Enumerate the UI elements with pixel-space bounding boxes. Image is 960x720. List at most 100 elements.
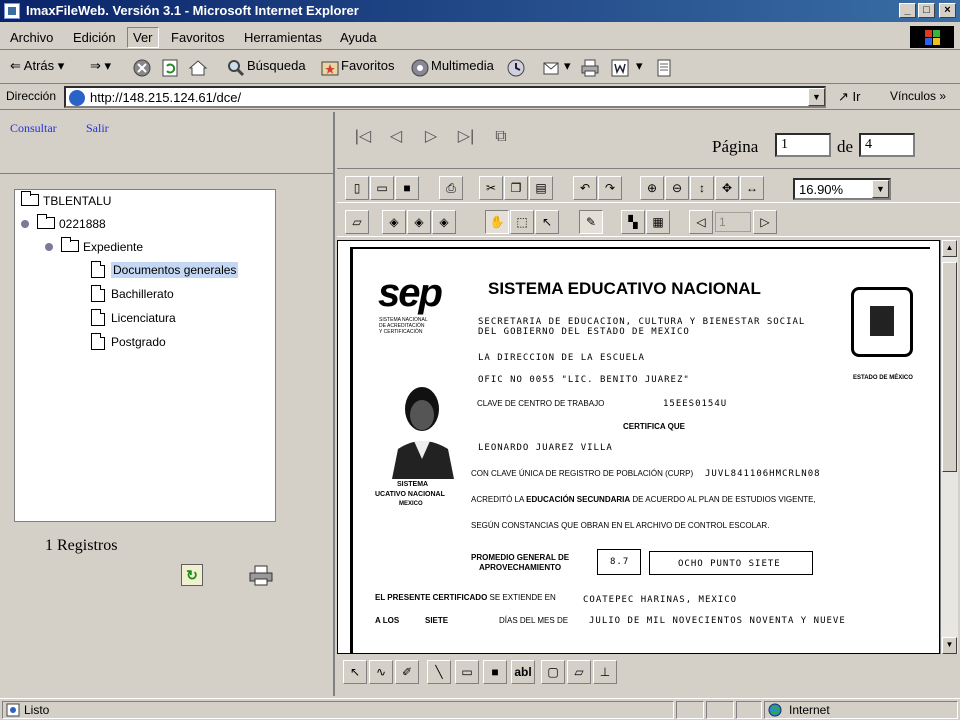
tree-doc-label: Postgrado [111,335,166,349]
paste-icon[interactable]: ▤ [529,176,553,200]
ann-pointer-icon[interactable]: ↖ [343,660,367,684]
ann-highlighter-icon[interactable]: ✐ [395,660,419,684]
tree-doc-documentos-generales[interactable]: Documentos generales [91,261,239,278]
menu-archivo[interactable]: Archivo [10,30,53,45]
last-page-icon[interactable]: ▷| [452,126,480,148]
new-document-icon[interactable]: ▯ [345,176,369,200]
standard-toolbar: ⇐ Atrás ▾ ⇒ ▾ Búsqueda Favoritos Multime… [0,52,960,84]
address-input[interactable]: http://148.215.124.61/dce/ [64,86,826,108]
zoom-out-icon[interactable]: ⊖ [665,176,689,200]
pointer-icon[interactable]: ↖ [535,210,559,234]
layer-3-icon[interactable]: ◈ [432,210,456,234]
document-vertical-scrollbar[interactable]: ▲ ▼ [940,240,958,654]
stop-icon[interactable] [132,58,152,78]
page-current-input[interactable]: 1 [775,133,831,157]
grid-icon[interactable]: ▦ [646,210,670,234]
media-button[interactable]: Multimedia [431,58,494,73]
ann-open-folder-icon[interactable]: ▱ [567,660,591,684]
zoom-select[interactable]: 16.90% ▼ [793,178,891,200]
tree-folder-expediente[interactable]: Expediente [45,237,143,254]
status-segment-4 [736,701,762,719]
scroll-thumb[interactable] [942,262,957,472]
cct-label: CLAVE DE CENTRO DE TRABAJO [477,399,605,408]
save-icon[interactable]: ■ [395,176,419,200]
ann-line-icon[interactable]: ╲ [427,660,451,684]
search-button[interactable]: Búsqueda [247,58,306,73]
ann-filled-rectangle-icon[interactable]: ■ [483,660,507,684]
fit-width-icon[interactable]: ↔ [740,176,764,200]
scroll-up-icon[interactable]: ▲ [942,240,957,257]
copy-icon[interactable]: ❐ [504,176,528,200]
mail-dropdown-arrow-icon[interactable]: ▾ [564,58,571,74]
tree-root[interactable]: TBLENTALU [21,191,112,208]
undo-icon[interactable]: ↶ [573,176,597,200]
viewer-pane: |◁ ◁ ▷ ▷| ⧉ Página 1 de 4 ▯ ▭ ■ ⎙ ✂ ❐ ▤ … [337,112,960,696]
address-dropdown-arrow-icon[interactable]: ▼ [808,88,825,106]
tree-record[interactable]: 0221888 [21,214,106,231]
redo-icon[interactable]: ↷ [598,176,622,200]
zoom-in-icon[interactable]: ⊕ [640,176,664,200]
fit-height-icon[interactable]: ↕ [690,176,714,200]
ann-stamp-icon[interactable]: ⊥ [593,660,617,684]
mail-icon[interactable] [542,58,562,78]
ann-rectangle-icon[interactable]: ▭ [455,660,479,684]
viewer-toolbar-1: ▯ ▭ ■ ⎙ ✂ ❐ ▤ ↶ ↷ ⊕ ⊖ ↕ ✥ ↔ 16.90% ▼ [337,172,960,203]
favorites-icon[interactable] [320,58,340,78]
annotate-icon[interactable]: ✎ [579,210,603,234]
maximize-button[interactable]: □ [918,3,935,18]
ann-freehand-icon[interactable]: ∿ [369,660,393,684]
next-page-icon[interactable]: ▷ [417,126,445,148]
history-icon[interactable] [506,58,526,78]
discuss-icon[interactable] [654,58,674,78]
print-icon[interactable]: ⎙ [439,176,463,200]
layer-2-icon[interactable]: ◈ [407,210,431,234]
favorites-button[interactable]: Favoritos [341,58,394,73]
print-records-icon[interactable] [248,564,274,586]
salir-link[interactable]: Salir [86,121,109,136]
menu-herramientas[interactable]: Herramientas [244,30,322,45]
refresh-icon[interactable] [160,58,180,78]
ann-note-icon[interactable]: ▢ [541,660,565,684]
cut-icon[interactable]: ✂ [479,176,503,200]
page-box[interactable]: 1 [715,212,751,232]
page-prev-small-icon[interactable]: ◁ [689,210,713,234]
media-icon[interactable] [410,58,430,78]
segun-line: SEGÚN CONSTANCIAS QUE OBRAN EN EL ARCHIV… [471,521,770,530]
previous-page-icon[interactable]: ◁ [382,126,410,148]
first-page-icon[interactable]: |◁ [349,126,377,148]
open-folder-icon[interactable]: ▭ [370,176,394,200]
select-area-icon[interactable]: ⬚ [510,210,534,234]
menu-edicion[interactable]: Edición [73,30,116,45]
tree-root-label: TBLENTALU [43,194,112,208]
scroll-down-icon[interactable]: ▼ [942,637,957,654]
menu-ver[interactable]: Ver [127,27,159,48]
search-icon[interactable] [226,58,246,78]
page-next-small-icon[interactable]: ▷ [753,210,777,234]
consultar-link[interactable]: Consultar [10,121,57,136]
go-button[interactable]: ↗ Ir [838,89,860,105]
document-view[interactable]: sep SISTEMA NACIONAL DE ACREDITACIÓN Y C… [337,240,940,654]
links-button[interactable]: Vínculos » [890,89,946,103]
back-button[interactable]: ⇐ Atrás ▾ [10,58,64,74]
layer-1-icon[interactable]: ◈ [382,210,406,234]
color-icon[interactable]: ▚ [621,210,645,234]
forward-button[interactable]: ⇒ ▾ [90,58,111,74]
refresh-records-button[interactable]: ↻ [181,564,203,586]
zoom-dropdown-arrow-icon[interactable]: ▼ [872,180,889,198]
hand-tool-icon[interactable]: ✋ [485,210,509,234]
edit-word-icon[interactable] [610,58,630,78]
open-image-icon[interactable]: ▱ [345,210,369,234]
menu-ayuda[interactable]: Ayuda [340,30,377,45]
tree-doc-bachillerato[interactable]: Bachillerato [91,285,174,302]
tree-doc-licenciatura[interactable]: Licenciatura [91,309,176,326]
menu-favoritos[interactable]: Favoritos [171,30,224,45]
close-button[interactable]: × [939,3,956,18]
minimize-button[interactable]: _ [899,3,916,18]
edit-dropdown-arrow-icon[interactable]: ▾ [636,58,643,74]
goto-page-icon[interactable]: ⧉ [487,126,515,148]
ann-text-tool[interactable]: abl [511,660,535,684]
fit-page-icon[interactable]: ✥ [715,176,739,200]
print-icon[interactable] [580,58,600,78]
home-icon[interactable] [188,58,208,78]
tree-doc-postgrado[interactable]: Postgrado [91,333,166,350]
